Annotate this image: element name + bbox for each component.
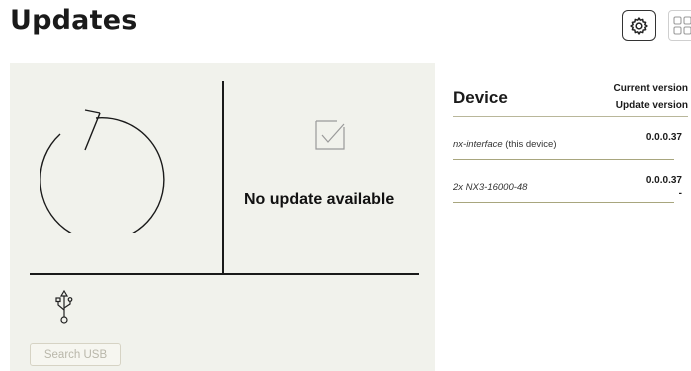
usb-icon	[55, 289, 73, 324]
checkbox-check-icon	[315, 120, 345, 150]
search-usb-button[interactable]: Search USB	[30, 343, 121, 366]
column-header-device: Device	[453, 88, 508, 107]
panel-vertical-divider	[222, 81, 224, 273]
update-version-value: -	[678, 188, 682, 199]
layout-grid-button[interactable]	[668, 10, 691, 41]
column-header-update-version: Update version	[615, 100, 688, 111]
current-version-value: 0.0.0.37	[645, 132, 682, 143]
row-divider	[453, 202, 674, 203]
gear-icon	[630, 16, 648, 35]
update-status-panel: No update available Search USB	[10, 63, 435, 371]
page-title: Updates	[10, 5, 138, 36]
table-row: nx-interface (this device) 0.0.0.37	[453, 117, 688, 160]
settings-button[interactable]	[622, 10, 656, 41]
refresh-icon[interactable]	[40, 93, 172, 233]
device-name-primary: 2x NX3-16000-48	[453, 182, 528, 193]
device-name-suffix: (this device)	[502, 139, 557, 150]
column-header-current-version: Current version	[613, 83, 688, 94]
device-name: 2x NX3-16000-48	[453, 182, 527, 193]
current-version-value: 0.0.0.37	[645, 175, 682, 186]
table-row: 2x NX3-16000-48 0.0.0.37 -	[453, 160, 688, 203]
grid-icon	[673, 15, 691, 35]
device-name-primary: nx-interface	[453, 139, 503, 150]
device-name: nx-interface (this device)	[453, 139, 557, 150]
panel-horizontal-divider	[30, 273, 419, 275]
update-status-text: No update available	[244, 191, 395, 208]
